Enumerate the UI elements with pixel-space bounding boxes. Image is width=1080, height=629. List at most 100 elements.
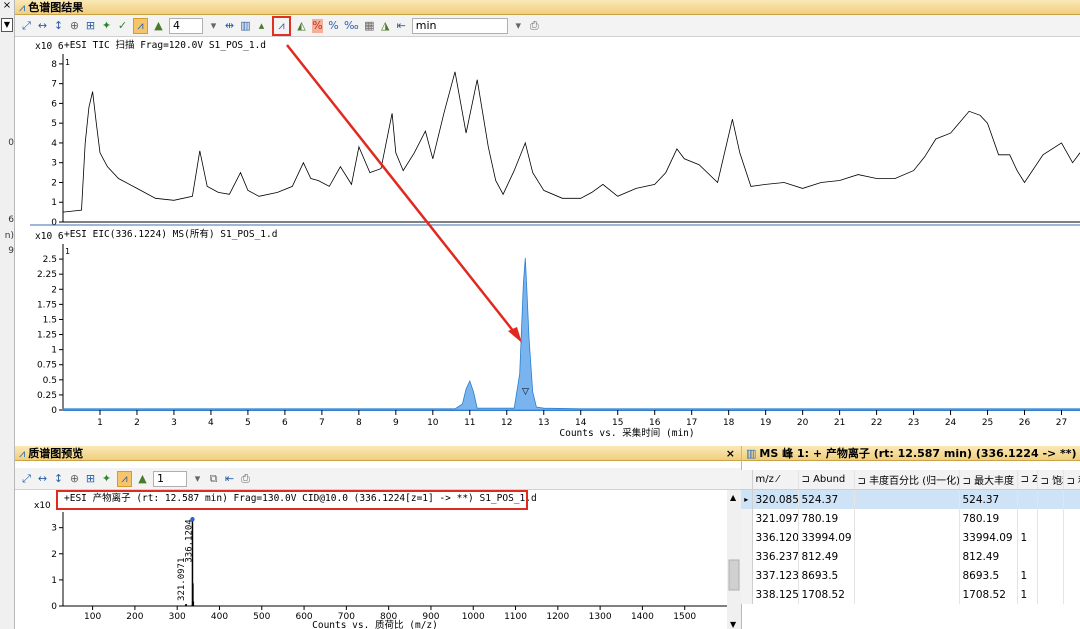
row-header-cell [741, 470, 753, 490]
peak-label: 321.0971 [177, 558, 187, 601]
column-header-abund[interactable]: ⊐ Abund [798, 470, 855, 490]
overlay-icon[interactable]: ⩘ [117, 470, 132, 487]
x-tick-label: 27 [1056, 418, 1067, 428]
table-cell: 524.37 [959, 489, 1018, 509]
x-tick-label: 7 [319, 418, 325, 428]
percent-icon[interactable]: % [328, 19, 339, 33]
autoscale-x-icon[interactable]: ↔ [37, 19, 48, 33]
row-selector[interactable] [741, 547, 753, 566]
print-icon[interactable]: ⎙ [529, 19, 540, 33]
y-tick-label: 7 [51, 80, 57, 90]
fit-y-icon[interactable]: ⊞ [85, 472, 96, 486]
table-cell: 1 [1017, 528, 1038, 547]
unit-icon[interactable]: ⇤ [224, 472, 235, 486]
eic-trace-label: +ESI EIC(336.1224) MS(所有) S1_POS_1.d [64, 228, 277, 240]
rt-x-axis-label: Counts vs. 采集时间 (min) [559, 427, 694, 439]
table-cell [1037, 547, 1064, 566]
y-tick-label: 2.5 [43, 255, 57, 265]
table-row[interactable]: 336.120433994.0933994.091 [741, 528, 1080, 547]
table-row[interactable]: 338.12591708.521708.521 [741, 585, 1080, 604]
table-cell: 780.19 [959, 509, 1018, 528]
x-tick-label: 1300 [589, 612, 612, 622]
time-unit-select[interactable]: min [411, 17, 508, 34]
fit-width-icon[interactable]: ⇹ [224, 19, 235, 33]
percent-split-icon[interactable]: ‰ [344, 19, 359, 33]
peak-icon[interactable]: ▴ [256, 19, 267, 33]
tic-multiplier: x10 6 [35, 41, 64, 52]
row-selector[interactable] [741, 509, 753, 528]
y-tick-label: 1 [51, 576, 57, 586]
column-header-type[interactable]: ⊐ 种类 [1063, 470, 1080, 490]
column-header-saturated[interactable]: ⊐ 饱和 [1037, 470, 1064, 490]
row-selector[interactable] [741, 585, 753, 604]
percent-highlight-icon[interactable]: % [312, 18, 323, 33]
trace-count-select[interactable]: 4 [169, 17, 203, 34]
table-row[interactable]: 337.12358693.58693.51 [741, 566, 1080, 585]
x-tick-label: 6 [282, 418, 288, 428]
table-row[interactable]: 336.2376812.49812.49 [741, 547, 1080, 566]
chevron-down-icon[interactable]: ▾ [192, 472, 203, 486]
ms-peak-table: m/z ⁄ ⊐ Abund ⊐ 丰度百分比 (归一化) ⊐ 最大丰度 ⊐ Z ⊐… [741, 470, 1080, 629]
column-header-abund-pct[interactable]: ⊐ 丰度百分比 (归一化) [854, 470, 960, 490]
x-tick-label: 300 [169, 612, 186, 622]
integrate-icon[interactable]: ✓ [117, 19, 128, 33]
peak-pick-icon[interactable]: ✦ [101, 472, 112, 486]
chart-mode-icon[interactable]: ▲ [153, 19, 164, 33]
chromatogram-plot: x10 6 +ESI TIC 扫描 Frag=120.0V S1_POS_1.d… [15, 37, 1080, 440]
bar-chart-icon: ▥ [746, 447, 757, 460]
row-selector[interactable] [741, 566, 753, 585]
autoscale-y-icon[interactable]: ↕ [53, 472, 64, 486]
scrollbar-thumb[interactable] [728, 559, 740, 591]
copy-icon[interactable]: ⧉ [208, 472, 219, 486]
close-panel-icon[interactable]: × [726, 446, 735, 460]
x-tick-label: 1400 [631, 612, 654, 622]
column-header-max-abund[interactable]: ⊐ 最大丰度 [959, 470, 1018, 490]
y-tick-label: 0 [51, 218, 57, 228]
autoscale-xy-icon[interactable]: ⤢ [21, 472, 32, 486]
overlay-icon[interactable]: ⩘ [133, 17, 148, 34]
table-cell: 1 [1017, 585, 1038, 604]
chart-mode-icon[interactable]: ▲ [137, 472, 148, 486]
column-header-mz[interactable]: m/z ⁄ [752, 470, 799, 490]
left-side-panel: ▼ 0 6 n) 9 [0, 0, 15, 629]
panel-title-text: 质谱图预览 [28, 447, 84, 460]
x-tick-label: 10 [427, 418, 439, 428]
extract-spectrum-icon[interactable]: ⩘ [272, 15, 291, 36]
y-tick-label: 1.75 [37, 300, 57, 310]
row-selector-arrow-icon[interactable]: ▸ [741, 489, 753, 509]
spectrum-count-select[interactable]: 1 [153, 470, 187, 487]
table-cell [1063, 585, 1080, 604]
x-tick-label: 400 [211, 612, 228, 622]
print-icon[interactable]: ⎙ [240, 472, 251, 486]
x-tick-label: 3 [171, 418, 177, 428]
side-value: 6 [8, 215, 14, 225]
x-tick-label: 24 [945, 418, 957, 428]
row-selector[interactable] [741, 528, 753, 547]
scroll-up-icon[interactable]: ▲ [730, 493, 737, 502]
grid-icon[interactable]: ▦ [364, 19, 375, 33]
table-row[interactable]: ▸320.0854524.37524.37 [741, 489, 1080, 509]
column-header-z[interactable]: ⊐ Z [1017, 470, 1038, 490]
peak-pick-icon[interactable]: ✦ [101, 19, 112, 33]
dropdown-arrow-icon[interactable]: ▼ [1, 18, 13, 32]
close-icon[interactable]: × [1, 0, 13, 12]
autoscale-y-icon[interactable]: ↕ [53, 19, 64, 33]
bar-chart-icon[interactable]: ▥ [240, 19, 251, 33]
zoom-icon[interactable]: ⊕ [69, 19, 80, 33]
autoscale-x-icon[interactable]: ↔ [37, 472, 48, 486]
chevron-down-icon[interactable]: ▾ [208, 19, 219, 33]
unit-icon[interactable]: ⇤ [396, 19, 407, 33]
table-row[interactable]: 321.0971780.19780.19 [741, 509, 1080, 528]
side-value: 0 [8, 138, 14, 148]
fit-y-icon[interactable]: ⊞ [85, 19, 96, 33]
x-tick-label: 1100 [504, 612, 527, 622]
chevron-down-icon[interactable]: ▾ [513, 19, 524, 33]
chart-scale-icon[interactable]: ◮ [380, 19, 391, 33]
y-tick-label: 8 [51, 60, 57, 70]
peak-label: 336.1204 [184, 519, 194, 562]
scroll-down-icon[interactable]: ▼ [730, 620, 737, 629]
autoscale-xy-icon[interactable]: ⤢ [21, 19, 32, 33]
peak-label-icon[interactable]: ◭ [296, 19, 307, 33]
x-tick-label: 500 [253, 612, 270, 622]
zoom-icon[interactable]: ⊕ [69, 472, 80, 486]
